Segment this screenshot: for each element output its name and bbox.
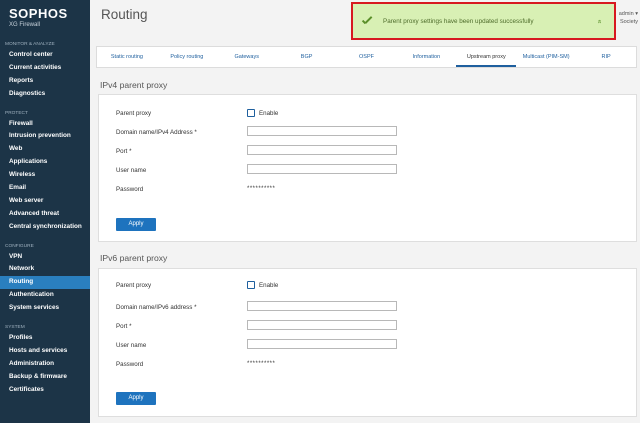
sidebar-item-firewall[interactable]: Firewall	[0, 118, 90, 131]
page-title: Routing	[101, 7, 148, 22]
ipv4-apply-button[interactable]: Apply	[116, 218, 156, 231]
ipv4-port-label: Port *	[116, 148, 132, 155]
ipv4-enable-label[interactable]: Enable	[259, 110, 278, 117]
sidebar-section-title: SYSTEM	[5, 325, 25, 331]
sidebar-item-advanced-threat[interactable]: Advanced threat	[0, 208, 90, 221]
tab-rip[interactable]: RIP	[576, 47, 636, 67]
sidebar-item-hosts-and-services[interactable]: Hosts and services	[0, 345, 90, 358]
sidebar-item-intrusion-prevention[interactable]: Intrusion prevention	[0, 130, 90, 143]
tab-multicast-pim-sm[interactable]: Multicast (PIM-SM)	[516, 47, 576, 67]
sidebar-item-current-activities[interactable]: Current activities	[0, 62, 90, 75]
ipv4-parent-proxy-label: Parent proxy	[116, 110, 152, 117]
user-name[interactable]: admin ▾	[619, 10, 638, 18]
sidebar-item-certificates[interactable]: Certificates	[0, 384, 90, 397]
ipv6-section-heading: IPv6 parent proxy	[100, 253, 168, 263]
sidebar-section-title: CONFIGURE	[5, 243, 34, 249]
tab-ospf[interactable]: OSPF	[337, 47, 397, 67]
success-notification: Parent proxy settings have been updated …	[351, 2, 616, 40]
sidebar-item-applications[interactable]: Applications	[0, 156, 90, 169]
ipv4-password-label: Password	[116, 186, 144, 193]
ipv6-username-label: User name	[116, 342, 147, 349]
collapse-icon[interactable]: »	[597, 13, 604, 29]
ipv4-username-input[interactable]	[247, 164, 397, 174]
ipv6-apply-button[interactable]: Apply	[116, 392, 156, 405]
ipv4-checkbox-box[interactable]	[247, 109, 255, 117]
sidebar-item-system-services[interactable]: System services	[0, 302, 90, 315]
ipv6-enable-checkbox[interactable]: Enable	[247, 281, 278, 289]
sidebar-item-routing[interactable]: Routing	[0, 276, 90, 290]
tab-gateways[interactable]: Gateways	[217, 47, 277, 67]
user-menu[interactable]: admin ▾ Society	[619, 10, 638, 26]
ipv4-domain-label: Domain name/IPv4 Address *	[116, 129, 197, 136]
ipv6-port-label: Port *	[116, 323, 132, 330]
ipv6-panel: Parent proxy Enable Domain name/IPv6 add…	[98, 268, 637, 417]
tab-bgp[interactable]: BGP	[277, 47, 337, 67]
ipv6-username-input[interactable]	[247, 339, 397, 349]
sidebar-item-administration[interactable]: Administration	[0, 358, 90, 371]
sidebar-item-web[interactable]: Web	[0, 143, 90, 156]
sidebar-item-diagnostics[interactable]: Diagnostics	[0, 88, 90, 101]
user-org: Society	[619, 19, 638, 25]
tab-static-routing[interactable]: Static routing	[97, 47, 157, 67]
main-content: Routing admin ▾ Society Parent proxy set…	[90, 0, 640, 423]
ipv4-username-label: User name	[116, 167, 147, 174]
ipv4-panel: Parent proxy Enable Domain name/IPv4 Add…	[98, 94, 637, 242]
ipv4-port-input[interactable]	[247, 145, 397, 155]
sidebar-item-control-center[interactable]: Control center	[0, 49, 90, 62]
routing-tabs: Static routing Policy routing Gateways BGP O…	[96, 46, 637, 68]
ipv6-parent-proxy-label: Parent proxy	[116, 282, 152, 289]
ipv4-section-heading: IPv4 parent proxy	[100, 80, 168, 90]
sophos-logo: SOPHOS	[9, 6, 68, 21]
sidebar-item-backup-firmware[interactable]: Backup & firmware	[0, 371, 90, 384]
ipv6-domain-label: Domain name/IPv6 address *	[116, 304, 197, 311]
ipv4-domain-input[interactable]	[247, 126, 397, 136]
ipv4-enable-checkbox[interactable]: Enable	[247, 109, 278, 117]
sidebar-section-title: PROTECT	[5, 110, 28, 116]
sidebar: SOPHOS XG Firewall MONITOR & ANALYZE Cont…	[0, 0, 90, 423]
sidebar-item-reports[interactable]: Reports	[0, 75, 90, 88]
sidebar-item-profiles[interactable]: Profiles	[0, 332, 90, 345]
notification-message: Parent proxy settings have been updated …	[383, 17, 534, 25]
sidebar-item-network[interactable]: Network	[0, 263, 90, 276]
sidebar-item-wireless[interactable]: Wireless	[0, 169, 90, 182]
sidebar-item-central-synchronization[interactable]: Central synchronization	[0, 221, 90, 234]
ipv6-password-label: Password	[116, 361, 144, 368]
ipv6-password-value[interactable]: **********	[247, 361, 275, 367]
brand: SOPHOS XG Firewall	[0, 0, 90, 40]
ipv4-password-value[interactable]: **********	[247, 186, 275, 192]
sidebar-item-email[interactable]: Email	[0, 182, 90, 195]
check-icon	[361, 15, 373, 27]
ipv6-checkbox-box[interactable]	[247, 281, 255, 289]
sidebar-item-authentication[interactable]: Authentication	[0, 289, 90, 302]
tab-information[interactable]: Information	[396, 47, 456, 67]
sidebar-item-web-server[interactable]: Web server	[0, 195, 90, 208]
tab-upstream-proxy[interactable]: Upstream proxy	[456, 47, 517, 67]
ipv6-enable-label[interactable]: Enable	[259, 282, 278, 289]
sidebar-nav: MONITOR & ANALYZE Control center Current a…	[0, 40, 90, 396]
sidebar-section-title: MONITOR & ANALYZE	[5, 42, 55, 47]
sidebar-item-vpn[interactable]: VPN	[0, 251, 90, 264]
ipv6-domain-input[interactable]	[247, 301, 397, 311]
product-name: XG Firewall	[9, 22, 41, 28]
ipv6-port-input[interactable]	[247, 320, 397, 330]
tab-policy-routing[interactable]: Policy routing	[157, 47, 217, 67]
